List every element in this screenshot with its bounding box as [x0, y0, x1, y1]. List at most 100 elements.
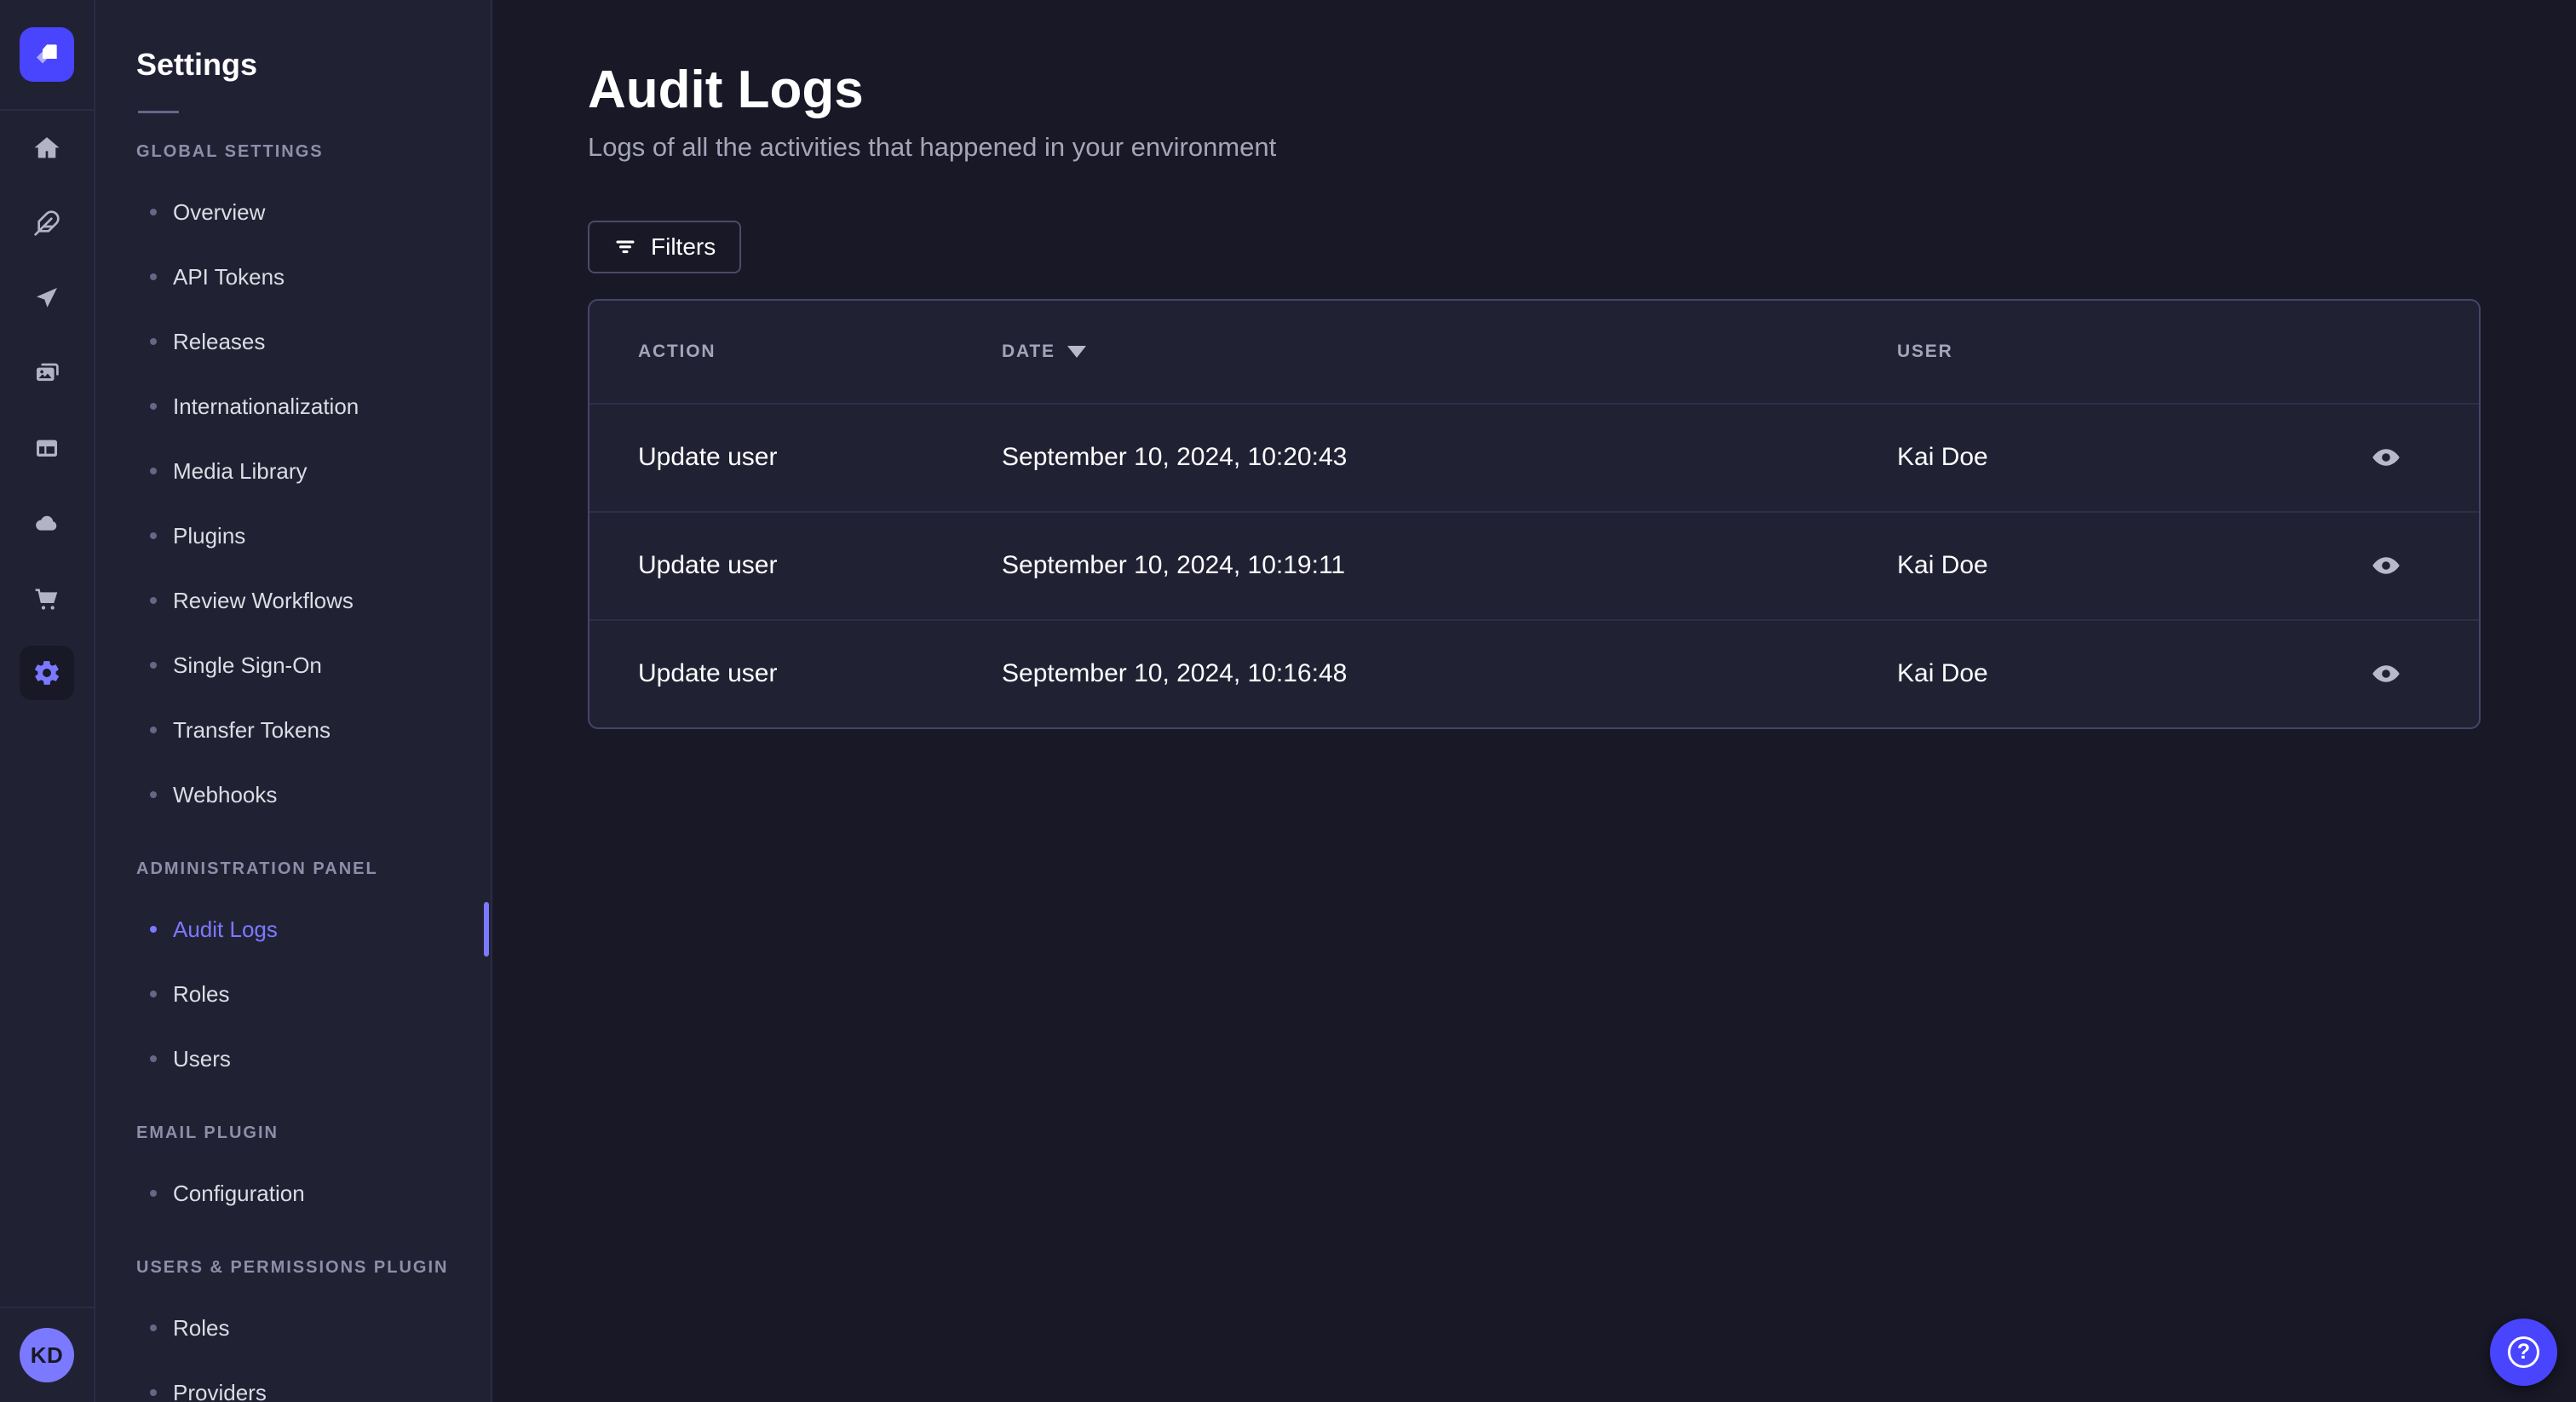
sidebar-item-label: Webhooks — [173, 781, 278, 807]
sidebar-item-email-configuration[interactable]: Configuration — [95, 1161, 491, 1226]
sidebar-item-plugins[interactable]: Plugins — [95, 503, 491, 568]
filter-icon — [616, 240, 635, 253]
home-icon[interactable] — [0, 111, 94, 186]
layout-icon[interactable] — [0, 411, 94, 486]
settings-sidebar: Settings GLOBAL SETTINGS Overview API To… — [95, 0, 492, 1402]
settings-nav: GLOBAL SETTINGS Overview API Tokens Rele… — [95, 124, 491, 1402]
column-header-user: User — [1897, 341, 1953, 361]
sidebar-item-transfer-tokens[interactable]: Transfer Tokens — [95, 698, 491, 762]
sort-desc-icon — [1067, 345, 1086, 358]
cell-date: September 10, 2024, 10:19:11 — [1002, 551, 1346, 580]
sidebar-item-label: Internationalization — [173, 393, 359, 419]
rail-user-container: KD — [0, 1307, 94, 1402]
table-row[interactable]: Update user September 10, 2024, 10:16:48… — [589, 618, 2479, 727]
main-nav-rail: KD — [0, 0, 95, 1402]
bullet-icon — [150, 338, 157, 345]
workspace-logo-container — [0, 0, 94, 111]
bullet-icon — [150, 532, 157, 539]
sidebar-item-api-tokens[interactable]: API Tokens — [95, 244, 491, 309]
sidebar-item-label: Plugins — [173, 522, 246, 549]
main-content: Audit Logs Logs of all the activities th… — [492, 0, 2576, 1402]
cart-icon[interactable] — [0, 560, 94, 635]
gear-icon[interactable] — [20, 646, 74, 700]
cell-user: Kai Doe — [1897, 443, 1988, 472]
view-details-button[interactable] — [2366, 437, 2406, 478]
section-label: GLOBAL SETTINGS — [136, 141, 324, 161]
audit-logs-table: Action Date User Update user September 1… — [588, 298, 2481, 729]
sidebar-item-label: Transfer Tokens — [173, 716, 331, 743]
nav-section-global-settings: GLOBAL SETTINGS Overview API Tokens Rele… — [95, 124, 491, 827]
cell-date: September 10, 2024, 10:20:43 — [1002, 443, 1348, 472]
sidebar-header: Settings — [95, 0, 491, 113]
sidebar-item-up-providers[interactable]: Providers — [95, 1360, 491, 1402]
filters-button-label: Filters — [651, 233, 716, 260]
sidebar-item-internationalization[interactable]: Internationalization — [95, 374, 491, 439]
sidebar-item-label: Users — [173, 1045, 231, 1072]
media-images-icon[interactable] — [0, 336, 94, 411]
paper-plane-icon[interactable] — [0, 261, 94, 336]
section-label: USERS & PERMISSIONS PLUGIN — [136, 1257, 449, 1277]
cloud-icon[interactable] — [0, 486, 94, 560]
sidebar-item-single-sign-on[interactable]: Single Sign-On — [95, 633, 491, 698]
table-body: Update user September 10, 2024, 10:20:43… — [589, 402, 2479, 727]
bullet-icon — [150, 926, 157, 933]
sidebar-item-webhooks[interactable]: Webhooks — [95, 762, 491, 827]
strapi-logo[interactable] — [20, 27, 74, 82]
bullet-icon — [150, 662, 157, 669]
bullet-icon — [150, 991, 157, 997]
bullet-icon — [150, 727, 157, 733]
column-header-date-label: Date — [1002, 341, 1055, 361]
rail-icon-nav — [0, 111, 94, 700]
sidebar-item-label: API Tokens — [173, 263, 285, 290]
section-label: EMAIL PLUGIN — [136, 1123, 279, 1142]
sidebar-item-label: Releases — [173, 328, 266, 354]
sidebar-title-divider — [138, 111, 179, 113]
sidebar-item-review-workflows[interactable]: Review Workflows — [95, 568, 491, 633]
sidebar-item-overview[interactable]: Overview — [95, 180, 491, 244]
table-row[interactable]: Update user September 10, 2024, 10:20:43… — [589, 402, 2479, 511]
feather-icon[interactable] — [0, 186, 94, 261]
bullet-icon — [150, 1324, 157, 1331]
bullet-icon — [150, 209, 157, 215]
sidebar-item-releases[interactable]: Releases — [95, 309, 491, 374]
view-details-button[interactable] — [2366, 653, 2406, 694]
bullet-icon — [150, 1190, 157, 1197]
sidebar-item-label: Overview — [173, 198, 266, 225]
app-screen: KD Settings GLOBAL SETTINGS Overview API… — [0, 0, 2576, 1402]
sidebar-item-up-roles[interactable]: Roles — [95, 1296, 491, 1360]
sidebar-item-label: Single Sign-On — [173, 652, 322, 678]
sidebar-title: Settings — [136, 47, 258, 82]
cell-action: Update user — [638, 659, 778, 688]
toolbar: Filters — [588, 220, 2481, 273]
cell-action: Update user — [638, 551, 778, 580]
cell-date: September 10, 2024, 10:16:48 — [1002, 659, 1348, 688]
section-label: ADMINISTRATION PANEL — [136, 859, 378, 878]
column-header-date-sort[interactable]: Date — [1002, 342, 1086, 362]
sidebar-item-media-library[interactable]: Media Library — [95, 439, 491, 503]
sidebar-item-admin-users[interactable]: Users — [95, 1026, 491, 1091]
table-row[interactable]: Update user September 10, 2024, 10:19:11… — [589, 510, 2479, 619]
cell-action: Update user — [638, 443, 778, 472]
eye-icon — [2372, 665, 2400, 682]
cell-user: Kai Doe — [1897, 551, 1988, 580]
sidebar-item-label: Roles — [173, 980, 230, 1007]
table-header-row: Action Date User — [589, 301, 2479, 403]
sidebar-item-admin-roles[interactable]: Roles — [95, 962, 491, 1026]
page-title: Audit Logs — [588, 60, 864, 119]
eye-icon — [2372, 449, 2400, 466]
user-avatar[interactable]: KD — [20, 1328, 74, 1382]
bullet-icon — [150, 273, 157, 280]
nav-section-email-plugin: EMAIL PLUGIN Configuration — [95, 1105, 491, 1226]
nav-section-users-permissions-plugin: USERS & PERMISSIONS PLUGIN Roles Provide… — [95, 1239, 491, 1402]
sidebar-item-audit-logs[interactable]: Audit Logs — [95, 897, 491, 962]
sidebar-item-label: Audit Logs — [173, 916, 278, 942]
help-button[interactable]: ? — [2490, 1319, 2557, 1386]
sidebar-item-label: Review Workflows — [173, 587, 354, 613]
cell-user: Kai Doe — [1897, 659, 1988, 688]
bullet-icon — [150, 791, 157, 798]
view-details-button[interactable] — [2366, 545, 2406, 586]
bullet-icon — [150, 403, 157, 410]
filters-button[interactable]: Filters — [588, 220, 742, 273]
sidebar-item-label: Roles — [173, 1314, 230, 1341]
sidebar-item-label: Configuration — [173, 1180, 305, 1206]
